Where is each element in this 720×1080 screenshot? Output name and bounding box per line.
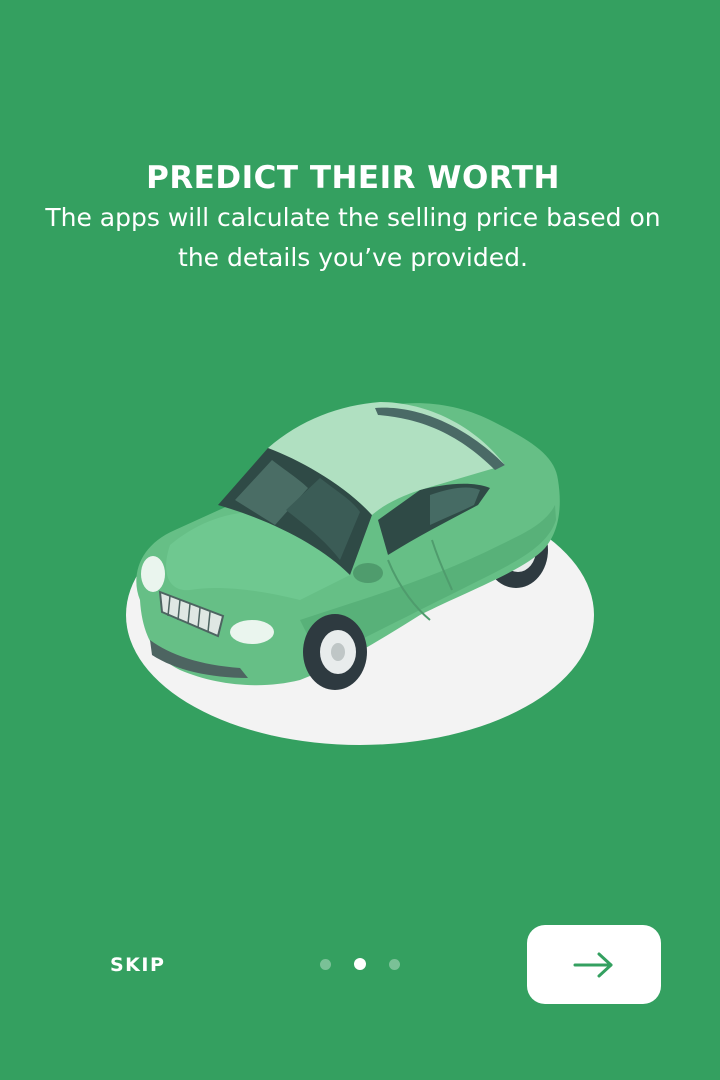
- next-button[interactable]: [527, 925, 661, 1004]
- car-illustration: [126, 402, 594, 745]
- skip-button[interactable]: SKIP: [110, 952, 165, 978]
- pagination-dot-1[interactable]: [320, 959, 331, 970]
- page-title: PREDICT THEIR WORTH: [146, 160, 560, 196]
- pagination-dots: [314, 958, 404, 972]
- pagination-dot-2-active[interactable]: [354, 958, 366, 970]
- onboarding-screen: PREDICT THEIR WORTH The apps will calcul…: [0, 0, 720, 1080]
- arrow-right-icon: [573, 952, 613, 978]
- pagination-dot-3[interactable]: [389, 959, 400, 970]
- page-description: The apps will calculate the selling pric…: [45, 203, 661, 272]
